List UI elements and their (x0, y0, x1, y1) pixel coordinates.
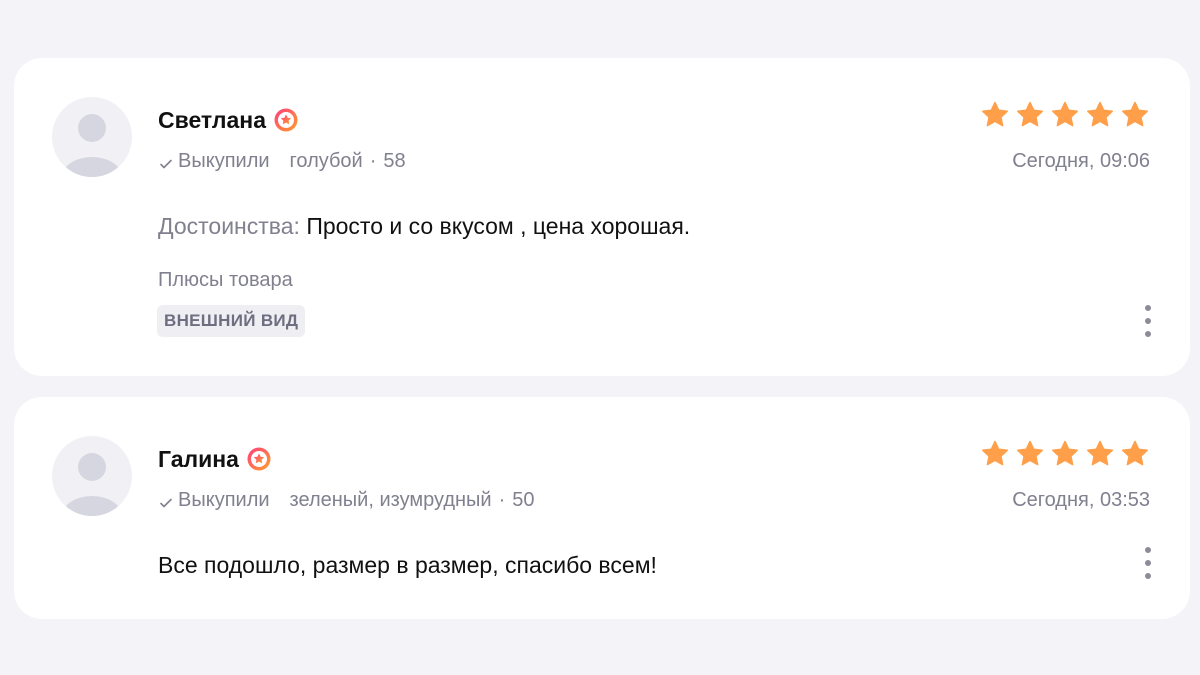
review-card: Галина Выкупили зеленый, изумрудный · 50… (14, 397, 1190, 619)
author-name-row: Светлана (158, 106, 298, 134)
variant-color: голубой (289, 150, 363, 172)
dot (1145, 305, 1151, 311)
dot (1145, 331, 1151, 337)
pros-heading: Плюсы товара (158, 269, 293, 291)
purchased-label: Выкупили (178, 489, 270, 511)
purchase-meta: Выкупили зеленый, изумрудный · 50 (158, 487, 535, 513)
review-text: Все подошло, размер в размер, спасибо вс… (158, 552, 657, 578)
review-text: Достоинства: Просто и со вкусом , цена х… (158, 211, 690, 241)
rating-stars (980, 100, 1150, 130)
more-options-icon[interactable] (1142, 545, 1154, 581)
author-name: Светлана (158, 107, 266, 133)
star-icon (1052, 101, 1078, 127)
dot (1145, 560, 1151, 566)
more-options-icon[interactable] (1142, 303, 1154, 339)
star-icon (1017, 440, 1043, 466)
star-icon (982, 101, 1008, 127)
star-icon (1122, 101, 1148, 127)
review-date: Сегодня, 03:53 (1012, 489, 1150, 511)
star-badge-icon (247, 447, 271, 471)
separator-dot: · (369, 150, 377, 172)
purchase-meta: Выкупили голубой · 58 (158, 148, 406, 174)
separator-dot: · (498, 489, 506, 511)
avatar (52, 436, 132, 516)
advantages-label: Достоинства: (158, 213, 300, 239)
star-badge-icon (274, 108, 298, 132)
star-icon (1017, 101, 1043, 127)
dot (1145, 547, 1151, 553)
dot (1145, 573, 1151, 579)
star-icon (1122, 440, 1148, 466)
star-icon (1087, 440, 1113, 466)
star-icon (1052, 440, 1078, 466)
variant-size: 50 (512, 489, 535, 511)
star-icon (1087, 101, 1113, 127)
review-card: Светлана Выкупили голубой · 58 Сегодня, … (14, 58, 1190, 376)
avatar (52, 97, 132, 177)
purchased-label: Выкупили (178, 150, 270, 172)
review-date: Сегодня, 09:06 (1012, 150, 1150, 172)
dot (1145, 318, 1151, 324)
check-icon (158, 492, 174, 508)
advantages-text: Просто и со вкусом , цена хорошая. (306, 213, 691, 239)
rating-stars (980, 439, 1150, 469)
variant-size: 58 (383, 150, 406, 172)
author-name: Галина (158, 446, 239, 472)
variant-color: зеленый, изумрудный (289, 489, 492, 511)
check-icon (158, 153, 174, 169)
pros-tag[interactable]: ВНЕШНИЙ ВИД (157, 305, 306, 337)
author-name-row: Галина (158, 445, 271, 473)
star-icon (982, 440, 1008, 466)
